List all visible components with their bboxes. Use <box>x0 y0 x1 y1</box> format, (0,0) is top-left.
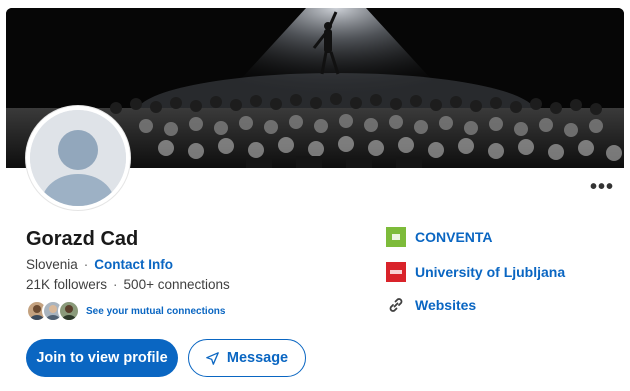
send-icon <box>206 351 219 365</box>
location-text: Slovenia <box>26 257 78 272</box>
profile-card: ••• Gorazd Cad Slovenia · Contact Info 2… <box>0 0 630 391</box>
location-line: Slovenia · Contact Info <box>26 257 173 272</box>
followers-count: 21K followers <box>26 277 108 292</box>
university-logo-icon <box>386 262 406 282</box>
school-university-label: University of Ljubljana <box>415 264 566 280</box>
join-to-view-profile-button[interactable]: Join to view profile <box>26 339 178 377</box>
stats-line: 21K followers · 500+ connections <box>26 277 230 292</box>
separator-dot: · <box>113 277 118 292</box>
school-university-of-ljubljana[interactable]: University of Ljubljana <box>386 262 565 282</box>
conventa-logo-icon <box>386 227 406 247</box>
avatar-placeholder-icon <box>30 110 126 206</box>
mutual-connections[interactable]: See your mutual connections <box>26 300 225 322</box>
more-icon: ••• <box>589 176 614 198</box>
websites-link[interactable]: Websites <box>386 295 476 315</box>
mutual-avatars <box>26 300 80 322</box>
link-icon <box>386 295 406 315</box>
company-conventa[interactable]: CONVENTA <box>386 227 493 247</box>
more-options-button[interactable]: ••• <box>586 176 618 198</box>
mutual-connections-link[interactable]: See your mutual connections <box>86 306 225 317</box>
message-button[interactable]: Message <box>188 339 306 377</box>
contact-info-link[interactable]: Contact Info <box>94 257 173 272</box>
separator-dot: · <box>83 257 89 272</box>
websites-label: Websites <box>415 297 477 313</box>
avatar[interactable] <box>26 106 130 210</box>
message-button-label: Message <box>226 350 289 366</box>
connections-count: 500+ connections <box>123 277 230 292</box>
company-conventa-label: CONVENTA <box>415 229 493 245</box>
profile-name: Gorazd Cad <box>26 228 139 250</box>
mutual-avatar-icon <box>58 300 80 322</box>
